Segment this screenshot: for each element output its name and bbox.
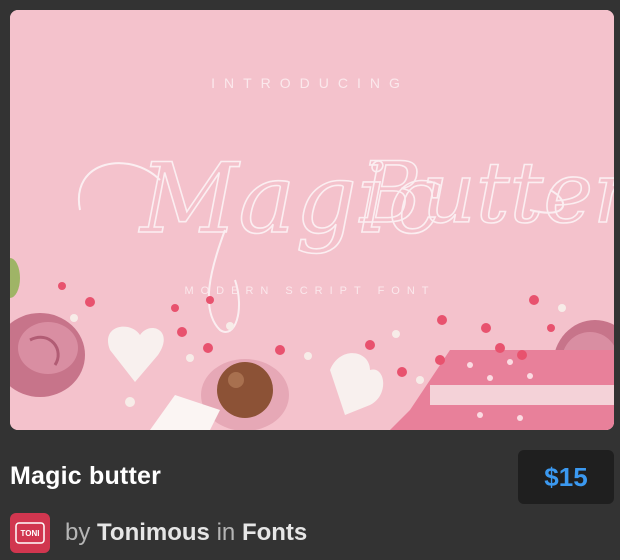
author-avatar[interactable]: TONI	[10, 513, 50, 553]
subtitle-text: MODERN SCRIPT FONT	[184, 285, 435, 297]
product-card: INTRODUCING Magic Butter MODERN SCRIPT F…	[0, 0, 620, 560]
title-row: Magic butter $15	[10, 450, 614, 504]
preview-artwork: INTRODUCING Magic Butter MODERN SCRIPT F…	[10, 10, 614, 430]
author-logo-icon: TONI	[15, 522, 45, 544]
price-button[interactable]: $15	[518, 450, 614, 504]
script-word-butter: Butter	[358, 144, 614, 242]
category-link[interactable]: Fonts	[242, 519, 307, 546]
intro-text: INTRODUCING	[211, 75, 409, 91]
author-row: TONI by Tonimous in Fonts	[10, 513, 307, 553]
product-preview-image[interactable]: INTRODUCING Magic Butter MODERN SCRIPT F…	[10, 10, 614, 430]
by-label: by	[65, 519, 91, 546]
author-byline: by Tonimous in Fonts	[65, 519, 307, 547]
product-title[interactable]: Magic butter	[10, 462, 161, 491]
svg-text:TONI: TONI	[21, 529, 40, 538]
author-link[interactable]: Tonimous	[97, 519, 210, 546]
in-label: in	[216, 519, 236, 546]
